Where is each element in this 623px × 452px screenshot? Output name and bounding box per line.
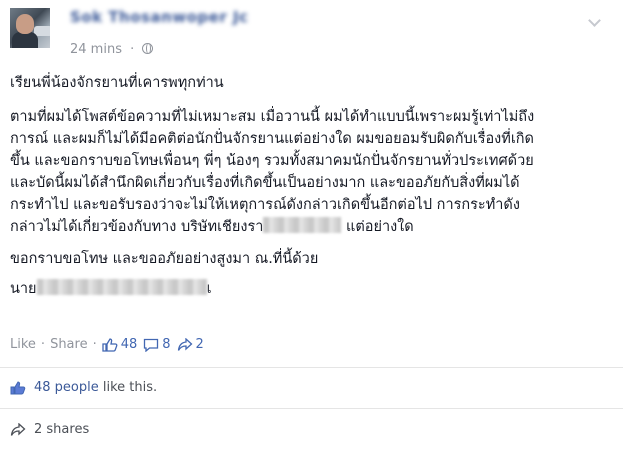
like-count: 48	[120, 337, 138, 352]
like-button[interactable]: Like	[10, 337, 36, 352]
post-header: Sok Thosanwoper Jc 24 mins ·	[10, 8, 610, 58]
facebook-post: Sok Thosanwoper Jc 24 mins · เรียนพี่น้อ…	[0, 0, 623, 452]
share-button[interactable]: Share	[50, 337, 88, 352]
like-thumb-icon	[10, 380, 26, 394]
meta-separator: ·	[130, 42, 135, 57]
apology-paragraph: ตามที่ผมได้โพสต์ข้อความที่ไม่เหมาะสม เมื…	[10, 106, 613, 238]
comment-count: 8	[162, 337, 171, 352]
likes-summary: 48 people like this.	[10, 380, 610, 395]
paragraph-line: การณ์ และผมก็ไม่ได้มีอคติต่อนักปั่นจักรย…	[10, 131, 534, 147]
share-icon	[177, 337, 193, 351]
comment-count-link[interactable]: 8	[143, 337, 171, 352]
likes-suffix: like this.	[98, 380, 158, 395]
actions-separator: ·	[92, 337, 97, 352]
apology-line: ขอกราบขอโทษ และขออภัยอย่างสูงมา ณ.ที่นี้…	[10, 251, 319, 267]
like-thumb-icon	[102, 337, 118, 352]
paragraph-line: กระทำไป และขอรับรองว่าจะไม่ให้เหตุการณ์ด…	[10, 197, 520, 213]
comment-icon	[144, 338, 159, 352]
paragraph-text: แต่อย่างใด	[341, 219, 414, 235]
signature-line: นาย เ	[10, 278, 613, 300]
chevron-down-icon[interactable]	[588, 16, 600, 28]
likes-people-link[interactable]: 48 people	[34, 380, 99, 395]
like-count-link[interactable]: 48	[102, 337, 138, 352]
shares-summary: 2 shares	[10, 422, 610, 437]
greeting-line: เรียนพี่น้องจักรยานที่เคารพทุกท่าน	[10, 75, 224, 91]
post-meta: 24 mins ·	[70, 42, 154, 57]
post-actions: Like · Share · 48 8 2	[10, 337, 204, 352]
paragraph-text: กล่าวไม่ได้เกี่ยวข้องกับทาง บริษัทเชียงร…	[10, 219, 264, 235]
author-name[interactable]: Sok Thosanwoper Jc	[70, 8, 248, 26]
avatar-shirt-shape	[12, 32, 38, 48]
signature-prefix: นาย	[10, 281, 37, 297]
avatar[interactable]	[10, 8, 50, 48]
paragraph-line: และบัดนี้ผมได้สำนึกผิดเกี่ยวกับเรื่องที่…	[10, 175, 520, 191]
share-icon	[10, 422, 26, 436]
post-body: เรียนพี่น้องจักรยานที่เคารพทุกท่าน ตามที…	[10, 72, 613, 300]
redacted-company-name	[263, 217, 342, 233]
avatar-face-shape	[16, 14, 34, 34]
actions-separator: ·	[40, 337, 46, 352]
post-timestamp[interactable]: 24 mins	[70, 42, 122, 57]
share-count-link[interactable]: 2	[177, 337, 204, 352]
paragraph-line: ขึ้น และขอกราบขอโทษเพื่อนๆ พี่ๆ น้องๆ รว…	[10, 153, 534, 169]
globe-icon[interactable]	[142, 43, 154, 54]
shares-summary-link[interactable]: 2 shares	[34, 422, 89, 437]
paragraph-line: ตามที่ผมได้โพสต์ข้อความที่ไม่เหมาะสม เมื…	[10, 109, 535, 125]
paragraph-line-last: กล่าวไม่ได้เกี่ยวข้องกับทาง บริษัทเชียงร…	[10, 216, 613, 238]
share-count: 2	[195, 337, 204, 352]
redacted-signature-name	[36, 279, 207, 295]
signature-suffix: เ	[206, 281, 212, 297]
divider	[0, 408, 623, 409]
likes-summary-text: 48 people like this.	[34, 380, 157, 395]
divider	[0, 367, 623, 368]
